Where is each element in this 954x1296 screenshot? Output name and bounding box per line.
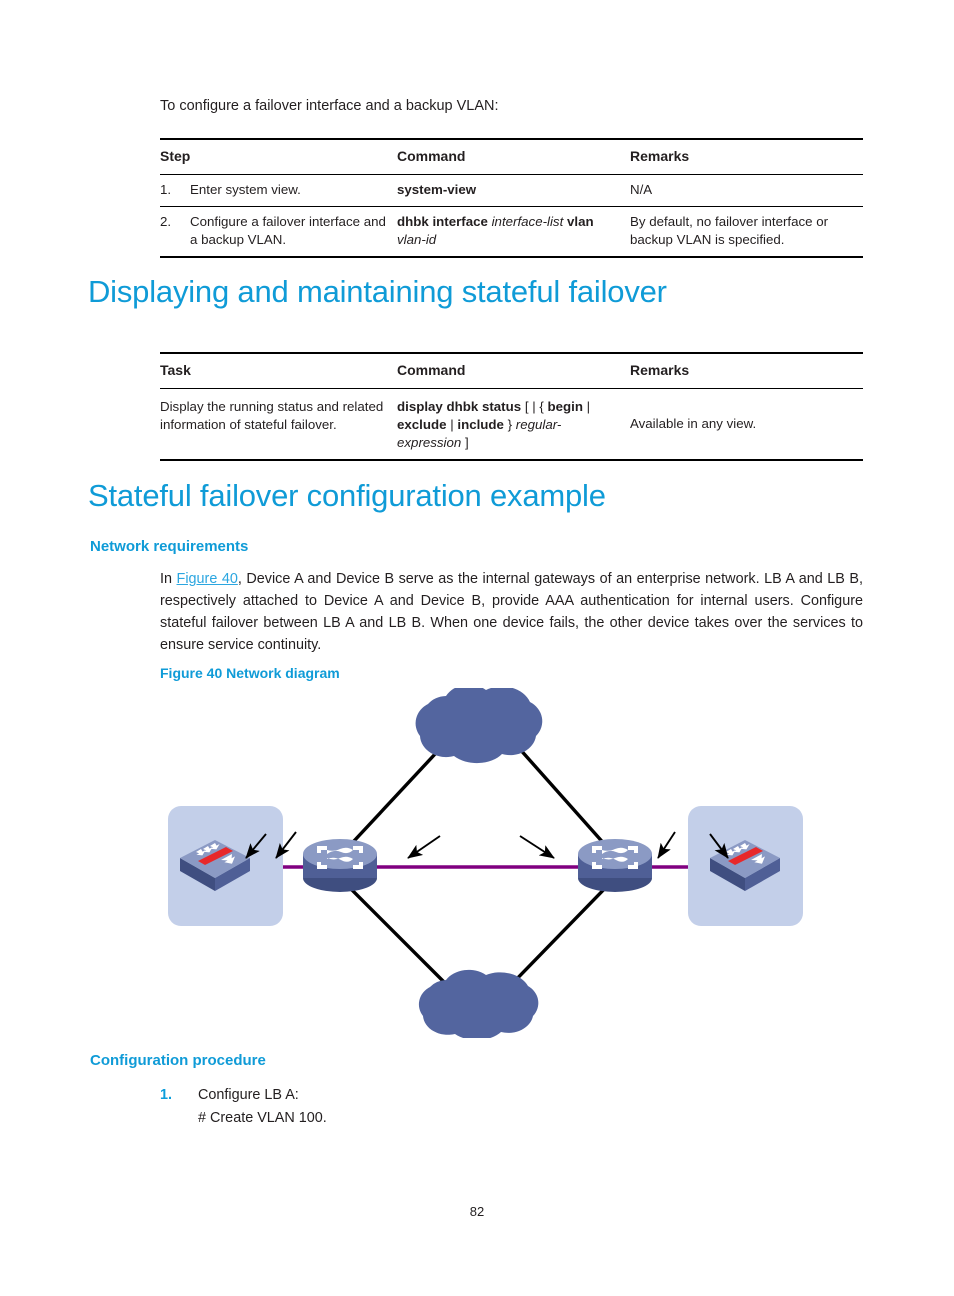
router-device-a bbox=[303, 839, 377, 892]
network-diagram bbox=[150, 688, 850, 1038]
col-header-command: Command bbox=[397, 362, 466, 378]
procedure-step-comment: # Create VLAN 100. bbox=[198, 1110, 327, 1127]
table-bottom-rule bbox=[160, 255, 863, 258]
link-cloudtop-routerright bbox=[508, 736, 617, 858]
text-after-figure-link: , Device A and Device B serve as the int… bbox=[160, 571, 864, 653]
col-header-task: Task bbox=[160, 362, 191, 378]
intro-paragraph: To configure a failover interface and a … bbox=[160, 98, 499, 114]
step-command: dhbk interface interface-list vlan vlan-… bbox=[397, 214, 594, 248]
figure-40-link[interactable]: Figure 40 bbox=[177, 571, 238, 587]
section-heading-displaying: Displaying and maintaining stateful fail… bbox=[88, 274, 667, 309]
step-command: system-view bbox=[397, 182, 477, 198]
step-description: Enter system view. bbox=[190, 182, 301, 198]
list-item: 1. Configure LB A: bbox=[160, 1084, 860, 1107]
display-commands-table: Task Command Remarks Display the running… bbox=[160, 352, 863, 461]
col-header-remarks: Remarks bbox=[630, 362, 690, 378]
procedure-step-text: Configure LB A: bbox=[198, 1087, 299, 1103]
failover-steps-table: Step Command Remarks 1. Enter system vie… bbox=[160, 138, 863, 258]
step-number: 1. bbox=[160, 182, 172, 198]
task-description: Display the running status and related i… bbox=[160, 399, 384, 433]
section-heading-example: Stateful failover configuration example bbox=[88, 478, 606, 513]
router-device-b bbox=[578, 839, 652, 892]
task-command: display dhbk status [ | { begin | exclud… bbox=[397, 399, 591, 451]
table-header-row: Task Command Remarks bbox=[160, 353, 863, 389]
callout-arrow-device-a bbox=[407, 835, 441, 859]
failover-steps-table-container: Step Command Remarks 1. Enter system vie… bbox=[160, 138, 863, 258]
subheading-configuration-procedure: Configuration procedure bbox=[90, 1052, 266, 1069]
page-number: 82 bbox=[469, 1204, 485, 1219]
subheading-network-requirements: Network requirements bbox=[90, 538, 249, 555]
cloud-internal-network bbox=[418, 969, 539, 1038]
step-number: 2. bbox=[160, 214, 172, 230]
step-remarks: N/A bbox=[630, 182, 653, 198]
task-remarks: Available in any view. bbox=[630, 416, 757, 432]
figure-caption: Figure 40 Network diagram bbox=[160, 665, 340, 681]
configuration-procedure-list: 1. Configure LB A: # Create VLAN 100. bbox=[160, 1084, 860, 1130]
col-header-remarks: Remarks bbox=[630, 148, 690, 164]
display-commands-table-container: Task Command Remarks Display the running… bbox=[160, 352, 863, 461]
document-page: To configure a failover interface and a … bbox=[0, 0, 954, 1296]
table-row: Display the running status and related i… bbox=[160, 389, 863, 460]
table-row: 1. Enter system view. system-view N/A bbox=[160, 175, 863, 207]
table-row: 2. Configure a failover interface and a … bbox=[160, 206, 863, 257]
diagram-links bbox=[338, 736, 617, 990]
table-bottom-rule bbox=[160, 458, 863, 461]
callout-arrow-device-b bbox=[519, 835, 555, 859]
text-before-figure-link: In bbox=[160, 571, 177, 587]
col-header-command: Command bbox=[397, 148, 466, 164]
step-remarks: By default, no failover interface or bac… bbox=[630, 214, 829, 248]
callout-arrow-device-b-right bbox=[657, 831, 676, 859]
table-header-row: Step Command Remarks bbox=[160, 139, 863, 175]
step-description: Configure a failover interface and a bac… bbox=[190, 214, 386, 248]
network-requirements-paragraph: In Figure 40, Device A and Device B serv… bbox=[160, 569, 863, 657]
link-routerright-cloudbottom bbox=[506, 876, 617, 990]
procedure-step-number: 1. bbox=[160, 1087, 173, 1103]
link-routerleft-cloudbottom bbox=[338, 876, 452, 990]
cloud-external-network bbox=[415, 688, 543, 764]
link-cloudtop-routerleft bbox=[338, 736, 452, 858]
col-header-step: Step bbox=[160, 148, 191, 164]
